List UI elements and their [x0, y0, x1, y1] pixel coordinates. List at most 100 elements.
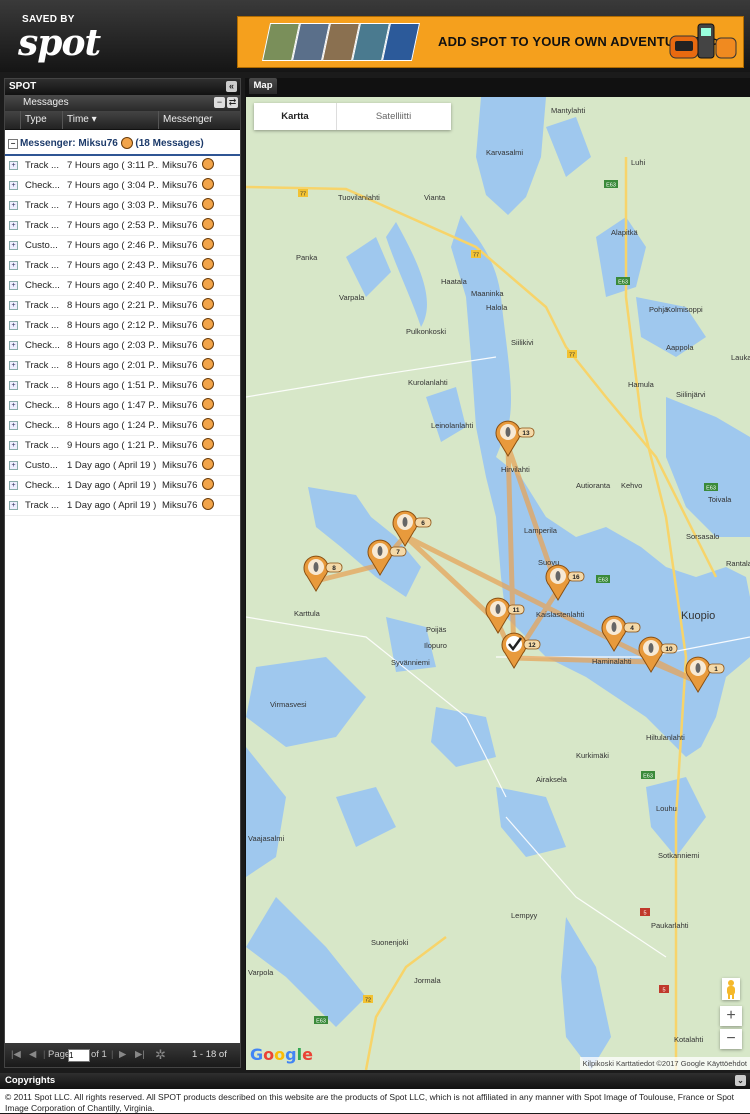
header: SAVED BY spot ADD SPOT TO YOUR OWN ADVEN…	[0, 0, 750, 72]
message-row[interactable]: + Check... 8 Hours ago ( 1:47 P... Miksu76	[5, 396, 240, 416]
collapse-all-icon[interactable]: −	[214, 97, 225, 108]
spot-logo[interactable]: SAVED BY spot	[14, 10, 104, 64]
expand-row-icon[interactable]: +	[9, 301, 18, 310]
panel-title: SPOT	[9, 81, 37, 92]
message-time: 7 Hours ago ( 3:11 P...	[67, 160, 159, 171]
expand-row-icon[interactable]: +	[9, 181, 18, 190]
expand-row-icon[interactable]: +	[9, 281, 18, 290]
message-row[interactable]: + Track ... 1 Day ago ( April 19 ) Miksu76	[5, 496, 240, 516]
road-shield-icon: 77	[567, 350, 577, 359]
message-row[interactable]: + Track ... 7 Hours ago ( 3:11 P... Miksu76	[5, 156, 240, 176]
expand-row-icon[interactable]: +	[9, 461, 18, 470]
refresh-icon[interactable]: ⇄	[227, 97, 238, 108]
logo-wordmark: spot	[18, 22, 101, 64]
message-row[interactable]: + Track ... 7 Hours ago ( 2:43 P... Miksu76	[5, 256, 240, 276]
place-label: Varpola	[248, 968, 274, 977]
zoom-out-button[interactable]: −	[720, 1029, 742, 1049]
place-label: Airaksela	[536, 775, 568, 784]
marker-number: 8	[332, 565, 336, 572]
place-label: Kotalahti	[674, 1035, 704, 1044]
map-canvas[interactable]: Mantylahti Karvasalmi Luhi Tuovilanlahti Via…	[246, 97, 750, 1070]
message-row[interactable]: + Track ... 7 Hours ago ( 2:53 P... Miksu76	[5, 216, 240, 236]
message-type: Track ...	[25, 260, 59, 271]
messenger-dot-icon	[202, 398, 215, 411]
message-row[interactable]: + Check... 8 Hours ago ( 2:03 P... Miksu76	[5, 336, 240, 356]
message-row[interactable]: + Check... 7 Hours ago ( 2:40 P... Miksu76	[5, 276, 240, 296]
expand-row-icon[interactable]: +	[9, 161, 18, 170]
message-time: 9 Hours ago ( 1:21 P...	[67, 440, 159, 451]
message-row[interactable]: + Check... 8 Hours ago ( 1:24 P... Miksu76	[5, 416, 240, 436]
column-time[interactable]: Time ▾	[62, 111, 158, 129]
tab-map[interactable]: Map	[249, 78, 277, 94]
map-type-satelliitti[interactable]: Satelliitti	[336, 103, 451, 130]
expand-row-icon[interactable]: +	[9, 321, 18, 330]
map-attribution[interactable]: Kilpikoski Karttatiedot ©2017 Google Käy…	[579, 1057, 750, 1070]
banner-photos	[260, 23, 430, 61]
map-panel: Map Mantylahti Karvasalmi Luhi Tuovilanl…	[245, 78, 750, 1070]
expand-row-icon[interactable]: +	[9, 341, 18, 350]
messenger-dot-icon	[202, 218, 215, 231]
group-collapse-icon[interactable]: −	[8, 139, 18, 149]
footer-title: Copyrights	[5, 1075, 56, 1086]
message-row[interactable]: + Track ... 9 Hours ago ( 1:21 P... Miksu76	[5, 436, 240, 456]
message-row[interactable]: + Custo... 7 Hours ago ( 2:46 P... Miksu76	[5, 236, 240, 256]
marker-number: 16	[572, 574, 580, 581]
message-row[interactable]: + Track ... 8 Hours ago ( 1:51 P... Miksu76	[5, 376, 240, 396]
place-label: Halola	[486, 303, 508, 312]
message-row[interactable]: + Check... 7 Hours ago ( 3:04 P... Miksu76	[5, 176, 240, 196]
expand-row-icon[interactable]: +	[9, 381, 18, 390]
marker-number: 13	[522, 430, 530, 437]
message-row[interactable]: + Custo... 1 Day ago ( April 19 ) Miksu76	[5, 456, 240, 476]
message-row[interactable]: + Track ... 8 Hours ago ( 2:12 P... Miksu76	[5, 316, 240, 336]
place-label: Vaajasalmi	[248, 834, 284, 843]
messenger-name: Miksu76	[162, 460, 198, 471]
road-shield-icon: 77	[298, 189, 308, 198]
messenger-name: Miksu76	[162, 480, 198, 491]
expand-row-icon[interactable]: +	[9, 401, 18, 410]
place-label: Syvänniemi	[391, 658, 430, 667]
expand-row-icon[interactable]: +	[9, 241, 18, 250]
message-row[interactable]: + Track ... 8 Hours ago ( 2:01 P... Miksu76	[5, 356, 240, 376]
road-shield-icon: E63	[314, 1016, 328, 1025]
place-label: Haatala	[441, 277, 468, 286]
page-input[interactable]	[68, 1049, 90, 1062]
expand-row-icon[interactable]: +	[9, 221, 18, 230]
map-type-kartta[interactable]: Kartta	[254, 103, 337, 130]
place-label: Ilopuro	[424, 641, 447, 650]
road-shield-icon: E63	[596, 575, 610, 584]
track-marker-icon[interactable]: 13	[495, 420, 535, 457]
collapse-panel-icon[interactable]: «	[226, 81, 237, 92]
expand-row-icon[interactable]: +	[9, 421, 18, 430]
place-label: Kuopio	[681, 610, 715, 622]
expand-footer-icon[interactable]: ⌄	[735, 1075, 746, 1086]
road-shield-icon: 5	[659, 985, 669, 994]
pagination-bar: |◀ ◀ | Page of 1 | ▶ ▶| ✲ 1 - 18 of 18	[5, 1043, 240, 1084]
street-view-pegman-icon[interactable]	[722, 978, 740, 1000]
spot-device-icon	[669, 23, 737, 59]
last-page-icon[interactable]: ▶|	[135, 1043, 145, 1067]
expand-row-icon[interactable]: +	[9, 261, 18, 270]
marker-number: 11	[513, 607, 520, 614]
refresh-list-icon[interactable]: ✲	[155, 1043, 166, 1067]
column-messenger[interactable]: Messenger	[158, 111, 240, 129]
expand-row-icon[interactable]: +	[9, 441, 18, 450]
message-row[interactable]: + Track ... 7 Hours ago ( 3:03 P... Miksu76	[5, 196, 240, 216]
message-row[interactable]: + Check... 1 Day ago ( April 19 ) Miksu76	[5, 476, 240, 496]
expand-row-icon[interactable]: +	[9, 501, 18, 510]
place-label: Mantylahti	[551, 106, 586, 115]
expand-row-icon[interactable]: +	[9, 361, 18, 370]
expand-row-icon[interactable]: +	[9, 481, 18, 490]
messenger-name: Miksu76	[162, 380, 198, 391]
expand-row-icon[interactable]: +	[9, 201, 18, 210]
messenger-group-row[interactable]: − Messenger: Miksu76 (18 Messages)	[5, 134, 240, 156]
message-messenger: Miksu76	[162, 196, 222, 215]
message-messenger: Miksu76	[162, 336, 222, 355]
column-type[interactable]: Type	[20, 111, 62, 129]
next-page-icon[interactable]: ▶	[119, 1043, 126, 1067]
message-row[interactable]: + Track ... 8 Hours ago ( 2:21 P... Miksu76	[5, 296, 240, 316]
prev-page-icon[interactable]: ◀	[29, 1043, 36, 1067]
adventure-banner[interactable]: ADD SPOT TO YOUR OWN ADVENTURES >>	[237, 16, 744, 68]
svg-text:72: 72	[365, 998, 371, 1004]
first-page-icon[interactable]: |◀	[11, 1043, 21, 1067]
zoom-in-button[interactable]: +	[720, 1006, 742, 1026]
